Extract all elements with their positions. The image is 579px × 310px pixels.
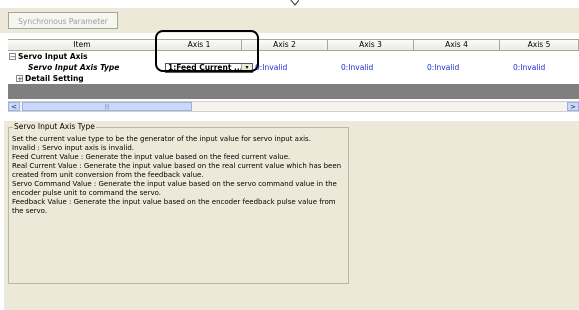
synchronous-parameter-button[interactable]: Synchronous Parameter — [8, 12, 118, 29]
scroll-left-arrow-icon[interactable]: < — [8, 102, 20, 111]
description-pane: Servo Input Axis Type Set the current va… — [4, 121, 579, 310]
highlight-callout-box — [155, 30, 259, 72]
row-servo-input-axis-type: Servo Input Axis Type 1:Feed Current ...… — [8, 62, 579, 73]
axis3-type-value[interactable]: 0:Invalid — [341, 62, 373, 73]
row-servo-input-axis: − Servo Input Axis — [8, 51, 579, 62]
expand-toggle-icon[interactable]: + — [16, 75, 23, 83]
description-groupbox: Servo Input Axis Type Set the current va… — [8, 122, 349, 284]
grid-empty-area — [8, 84, 579, 99]
scroll-thumb[interactable]: ||| — [22, 102, 192, 111]
column-header-axis3[interactable]: Axis 3 — [328, 40, 414, 51]
row-detail-setting: + Detail Setting — [8, 73, 579, 84]
description-line: Feedback Value : Generate the input valu… — [12, 198, 336, 206]
parameter-window: Synchronous Parameter Item Axis 1 Axis 2… — [0, 0, 579, 310]
description-line: created from unit conversion from the fe… — [12, 171, 204, 179]
parameter-grid: Item Axis 1 Axis 2 Axis 3 Axis 4 Axis 5 … — [8, 39, 579, 85]
description-line: Feed Current Value : Generate the input … — [12, 153, 291, 161]
horizontal-scrollbar[interactable]: < ||| > — [8, 101, 579, 112]
description-line: the servo. — [12, 207, 48, 215]
column-header-item[interactable]: Item — [8, 40, 157, 51]
description-line: Set the current value type to be the gen… — [12, 135, 311, 143]
row-label: Servo Input Axis — [18, 52, 88, 61]
axis2-type-value[interactable]: 0:Invalid — [255, 62, 287, 73]
axis4-type-value[interactable]: 0:Invalid — [427, 62, 459, 73]
column-header-axis5[interactable]: Axis 5 — [500, 40, 579, 51]
description-line: Servo Command Value : Generate the input… — [12, 180, 337, 188]
axis5-type-value[interactable]: 0:Invalid — [513, 62, 545, 73]
row-label: Detail Setting — [25, 74, 84, 83]
description-line: Invalid : Servo input axis is invalid. — [12, 144, 135, 152]
scroll-right-arrow-icon[interactable]: > — [567, 102, 579, 111]
row-label: Servo Input Axis Type — [28, 63, 120, 72]
description-line: encoder pulse unit to command the servo. — [12, 189, 162, 197]
description-line: Real Current Value : Generate the input … — [12, 162, 342, 170]
column-header-axis4[interactable]: Axis 4 — [414, 40, 500, 51]
collapse-toggle-icon[interactable]: − — [9, 53, 16, 61]
description-title: Servo Input Axis Type — [13, 122, 96, 132]
